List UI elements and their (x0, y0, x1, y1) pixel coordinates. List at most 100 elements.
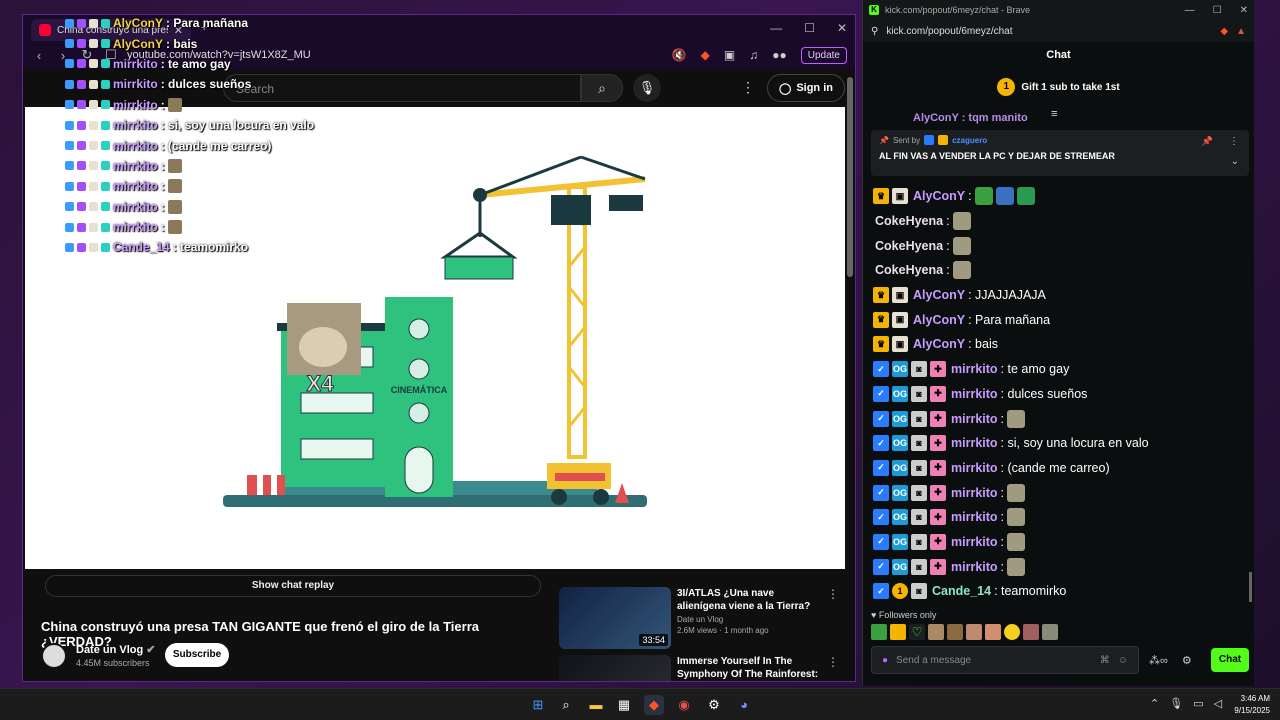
search-icon[interactable]: ⌕ (556, 695, 576, 715)
settings-icon[interactable]: ⚙ (704, 695, 724, 715)
verified-badge-icon[interactable]: ✓ (873, 385, 889, 402)
emote-icon[interactable] (1016, 187, 1035, 206)
gift-badge-icon[interactable]: ✚ (930, 385, 946, 402)
og-badge-icon[interactable]: OG (892, 361, 908, 378)
network-icon[interactable]: ▭ (1193, 697, 1203, 710)
back-icon[interactable]: ‹ (31, 48, 47, 63)
og-badge-icon[interactable]: OG (892, 385, 908, 402)
update-button[interactable]: Update (800, 46, 847, 64)
emote-icon[interactable] (1007, 557, 1026, 576)
chat-message[interactable]: ✓ 1 ◙ Cande_14: teamomirko (873, 579, 1243, 604)
gift-badge-icon[interactable]: ✚ (930, 435, 946, 452)
verified-badge-icon[interactable]: ✓ (873, 583, 889, 600)
brave-icon[interactable]: ◆ (644, 695, 664, 715)
chat-username[interactable]: mirrkito (951, 560, 998, 574)
chat-username[interactable]: AlyConY (913, 189, 965, 203)
mic-icon[interactable]: 🎙 (633, 74, 661, 102)
pinned-username[interactable]: czaguero (952, 136, 987, 145)
chat-username[interactable]: AlyConY (913, 288, 965, 302)
cup-badge-icon[interactable]: ◙ (911, 533, 927, 550)
sub-badge-icon[interactable]: ▣ (892, 287, 908, 304)
rec-thumbnail[interactable] (559, 655, 671, 681)
settings-icon[interactable]: ⚙ (1182, 654, 1192, 667)
mute-icon[interactable]: 🔇 (672, 48, 687, 62)
chat-message[interactable]: ♛ ▣ AlyConY: bais (873, 332, 1243, 357)
chat-message[interactable]: ✓ OG ◙ ✚ mirrkito: (873, 505, 1243, 530)
brave-shield-icon[interactable]: ◆ (701, 48, 710, 62)
cup-badge-icon[interactable]: ◙ (911, 509, 927, 526)
cup-badge-icon[interactable]: ◙ (911, 385, 927, 402)
chat-username[interactable]: mirrkito (951, 412, 998, 426)
chat-message[interactable]: ♛ ▣ AlyConY: JJAJJAJAJA (873, 283, 1243, 308)
verified-badge-icon[interactable]: ✓ (873, 410, 889, 427)
close-window-icon[interactable]: ✕ (837, 21, 847, 35)
emote-icon[interactable] (1007, 508, 1026, 527)
emote-icon[interactable] (890, 624, 906, 640)
chat-message[interactable]: ♛ ▣ AlyConY: (873, 184, 1243, 209)
emote-icon[interactable] (995, 187, 1014, 206)
store-icon[interactable]: ▦ (614, 695, 634, 715)
kick-url-field[interactable]: kick.com/popout/6meyz/chat (886, 26, 1212, 37)
chat-username[interactable]: CokeHyena (875, 239, 943, 253)
emote-icon[interactable] (871, 624, 887, 640)
chat-username[interactable]: AlyConY (913, 313, 965, 327)
emoji-icon[interactable]: ☺ (1118, 655, 1128, 666)
volume-icon[interactable]: ◁ (1214, 697, 1222, 710)
channel-name[interactable]: Date un Vlog ✔ (76, 643, 156, 656)
minimize-icon[interactable]: — (770, 21, 782, 35)
minimize-icon[interactable]: — (1185, 5, 1195, 16)
verified-badge-icon[interactable]: ✓ (873, 509, 889, 526)
recommendation-item[interactable]: 33:54 3I/ATLAS ¿Una nave alienígena vien… (559, 587, 839, 649)
chat-username[interactable]: mirrkito (951, 510, 998, 524)
gift-badge-icon[interactable]: ✚ (930, 361, 946, 378)
emote-icon[interactable] (1007, 483, 1026, 502)
chat-message[interactable]: ✓ OG ◙ ✚ mirrkito: (cande me carreo) (873, 456, 1243, 481)
chat-message[interactable]: CokeHyena: (873, 258, 1243, 283)
close-window-icon[interactable]: ✕ (1240, 5, 1248, 16)
crown-badge-icon[interactable]: ♛ (873, 311, 889, 328)
scrollbar[interactable] (847, 77, 853, 277)
gift-badge-icon[interactable]: ✚ (930, 509, 946, 526)
rec-title[interactable]: 3I/ATLAS ¿Una nave alienígena viene a la… (677, 587, 821, 613)
chat-send-button[interactable]: Chat (1211, 648, 1249, 672)
chat-message[interactable]: ♛ ▣ AlyConY: Para mañana (873, 307, 1243, 332)
emote-icon[interactable]: ♡ (909, 624, 925, 640)
sign-in-button[interactable]: ◯ Sign in (767, 74, 845, 102)
chat-message[interactable]: ✓ OG ◙ ✚ mirrkito: dulces sueños (873, 382, 1243, 407)
verified-badge-icon[interactable]: ✓ (873, 459, 889, 476)
crown-badge-icon[interactable]: ♛ (873, 336, 889, 353)
og-badge-icon[interactable]: OG (892, 459, 908, 476)
chat-message[interactable]: ✓ OG ◙ ✚ mirrkito: (873, 406, 1243, 431)
emote-icon[interactable] (1007, 532, 1026, 551)
sub-badge-icon[interactable]: ▣ (892, 336, 908, 353)
more-options-icon[interactable]: ⋮ (741, 79, 755, 96)
emote-icon[interactable] (1042, 624, 1058, 640)
chat-username[interactable]: mirrkito (951, 362, 998, 376)
mic-icon[interactable]: ● (882, 655, 888, 666)
cup-badge-icon[interactable]: ◙ (911, 484, 927, 501)
emote-icon[interactable] (952, 212, 971, 231)
cup-badge-icon[interactable]: ◙ (911, 583, 927, 600)
emote-icon[interactable] (952, 236, 971, 255)
chevron-down-icon[interactable]: ⌄ (1231, 156, 1239, 167)
maximize-icon[interactable]: ☐ (1213, 5, 1222, 16)
chat-scrollbar[interactable] (1249, 572, 1252, 602)
chat-message[interactable]: CokeHyena: (873, 209, 1243, 234)
emote-icon[interactable] (1023, 624, 1039, 640)
cup-badge-icon[interactable]: ◙ (911, 558, 927, 575)
pin-icon[interactable]: 📌 (1202, 136, 1213, 147)
gift-badge-icon[interactable]: ✚ (930, 410, 946, 427)
chat-username[interactable]: mirrkito (951, 535, 998, 549)
obs-icon[interactable]: ◉ (674, 695, 694, 715)
verified-badge-icon[interactable]: ✓ (873, 361, 889, 378)
clock[interactable]: 3:46 AM 9/15/2025 (1226, 693, 1270, 717)
emote-icon[interactable] (1004, 624, 1020, 640)
channel-avatar[interactable] (41, 643, 67, 669)
coin-badge-icon[interactable]: 1 (892, 583, 908, 600)
og-badge-icon[interactable]: OG (892, 558, 908, 575)
chat-username[interactable]: mirrkito (951, 387, 998, 401)
cup-badge-icon[interactable]: ◙ (911, 459, 927, 476)
chat-message[interactable]: ✓ OG ◙ ✚ mirrkito: (873, 554, 1243, 579)
og-badge-icon[interactable]: OG (892, 484, 908, 501)
og-badge-icon[interactable]: OG (892, 410, 908, 427)
